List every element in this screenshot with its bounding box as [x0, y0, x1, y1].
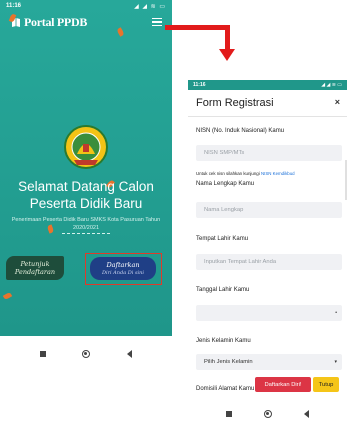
brand-title: Portal PPDB: [24, 15, 88, 29]
daftar-line-1: Daftarkan: [106, 260, 140, 269]
nisn-label: NISN (No. Induk Nasional) Kamu: [196, 128, 285, 134]
nama-label: Nama Lengkap Kamu: [196, 181, 255, 187]
arrow-horizontal: [165, 25, 229, 30]
back-icon[interactable]: [126, 350, 132, 358]
close-icon[interactable]: ×: [335, 97, 340, 107]
jenis-kelamin-select[interactable]: Pilih Jenis Kelamin ▾: [196, 354, 342, 370]
leaf-decoration: [2, 291, 13, 301]
arrow-down-icon: [219, 49, 235, 61]
daftar-line-2: Diri Anda Di sini: [102, 269, 144, 276]
top-navbar: Portal PPDB: [0, 12, 172, 34]
jenis-kelamin-label: Jenis Kelamin Kamu: [196, 338, 251, 344]
helper-prefix: Untuk cek nisn silahkan kunjungi: [196, 171, 260, 176]
welcome-line-1: Selamat Datang Calon: [18, 179, 154, 194]
landing-screen: 11:16 ◢ ◢ ≋ ▭ Portal PPDB Selamat Datang…: [0, 0, 172, 336]
form-phone: 11:16 ◢ ◢ ≋ ▭ Form Registrasi × NISN (No…: [188, 80, 347, 430]
recents-icon[interactable]: [226, 411, 232, 417]
brand-link[interactable]: Portal PPDB: [11, 15, 87, 30]
android-nav-bar: [188, 398, 347, 430]
nisn-input[interactable]: NISN SMP/MTs: [196, 145, 342, 161]
welcome-heading: Selamat Datang Calon Peserta Didik Baru: [0, 178, 172, 212]
nisn-kemdikbud-link[interactable]: NISN Kemdikbud: [261, 171, 295, 176]
status-icons: ◢ ◢ ≋ ▭: [134, 3, 166, 10]
daftarkan-diri-submit-button[interactable]: Daftarkan Diri!: [255, 377, 311, 392]
nama-input[interactable]: Nama Lengkap: [196, 202, 342, 218]
status-bar: 11:16 ◢ ◢ ≋ ▭: [0, 0, 172, 12]
back-icon[interactable]: [304, 410, 309, 418]
tanggal-lahir-input[interactable]: •: [196, 305, 342, 321]
screenshot-root: 11:16 ◢ ◢ ≋ ▭ Portal PPDB Selamat Datang…: [0, 0, 347, 430]
status-icons: ◢ ◢ ≋ ▭: [321, 82, 342, 88]
school-emblem-icon: [64, 125, 108, 169]
hamburger-menu-icon[interactable]: [152, 18, 162, 26]
recents-icon[interactable]: [40, 351, 47, 357]
petunjuk-line-2: Pendaftaran: [14, 268, 56, 276]
modal-title: Form Registrasi: [196, 97, 274, 109]
modal-header: Form Registrasi ×: [188, 90, 347, 117]
modal-footer: Daftarkan Diri! Tutup: [188, 370, 347, 398]
home-icon[interactable]: [264, 410, 272, 418]
registration-modal: Form Registrasi × NISN (No. Induk Nasion…: [188, 90, 347, 398]
android-nav-bar: [0, 336, 172, 372]
arrow-vertical: [225, 25, 230, 49]
highlight-box: Daftarkan Diri Anda Di sini: [85, 253, 162, 285]
tutup-button[interactable]: Tutup: [313, 377, 339, 392]
petunjuk-pendaftaran-button[interactable]: Petunjuk Pendaftaran: [6, 256, 64, 280]
daftarkan-diri-button[interactable]: Daftarkan Diri Anda Di sini: [90, 257, 156, 280]
tempat-lahir-label: Tempat Lahir Kamu: [196, 236, 249, 242]
status-time: 11:16: [193, 82, 206, 88]
nisn-helper-text: Untuk cek nisn silahkan kunjungi NISN Ke…: [196, 171, 295, 176]
landing-phone: 11:16 ◢ ◢ ≋ ▭ Portal PPDB Selamat Datang…: [0, 0, 172, 372]
jenis-kelamin-value: Pilih Jenis Kelamin: [204, 359, 253, 365]
chevron-down-icon: ▾: [334, 359, 337, 365]
petunjuk-line-1: Petunjuk: [20, 260, 50, 268]
home-icon[interactable]: [82, 350, 91, 358]
subtitle-text: Penerimaan Peserta Didik Baru SMKS Kota …: [11, 217, 161, 231]
welcome-line-2: Peserta Didik Baru: [29, 196, 143, 211]
status-bar: 11:16 ◢ ◢ ≋ ▭: [188, 80, 347, 90]
tanggal-lahir-label: Tanggal Lahir Kamu: [196, 287, 250, 293]
status-time: 11:16: [6, 3, 22, 9]
tempat-lahir-input[interactable]: Inputkan Tempat Lahir Anda: [196, 254, 342, 270]
school-logo: [63, 124, 109, 170]
dashed-divider: [62, 233, 110, 234]
